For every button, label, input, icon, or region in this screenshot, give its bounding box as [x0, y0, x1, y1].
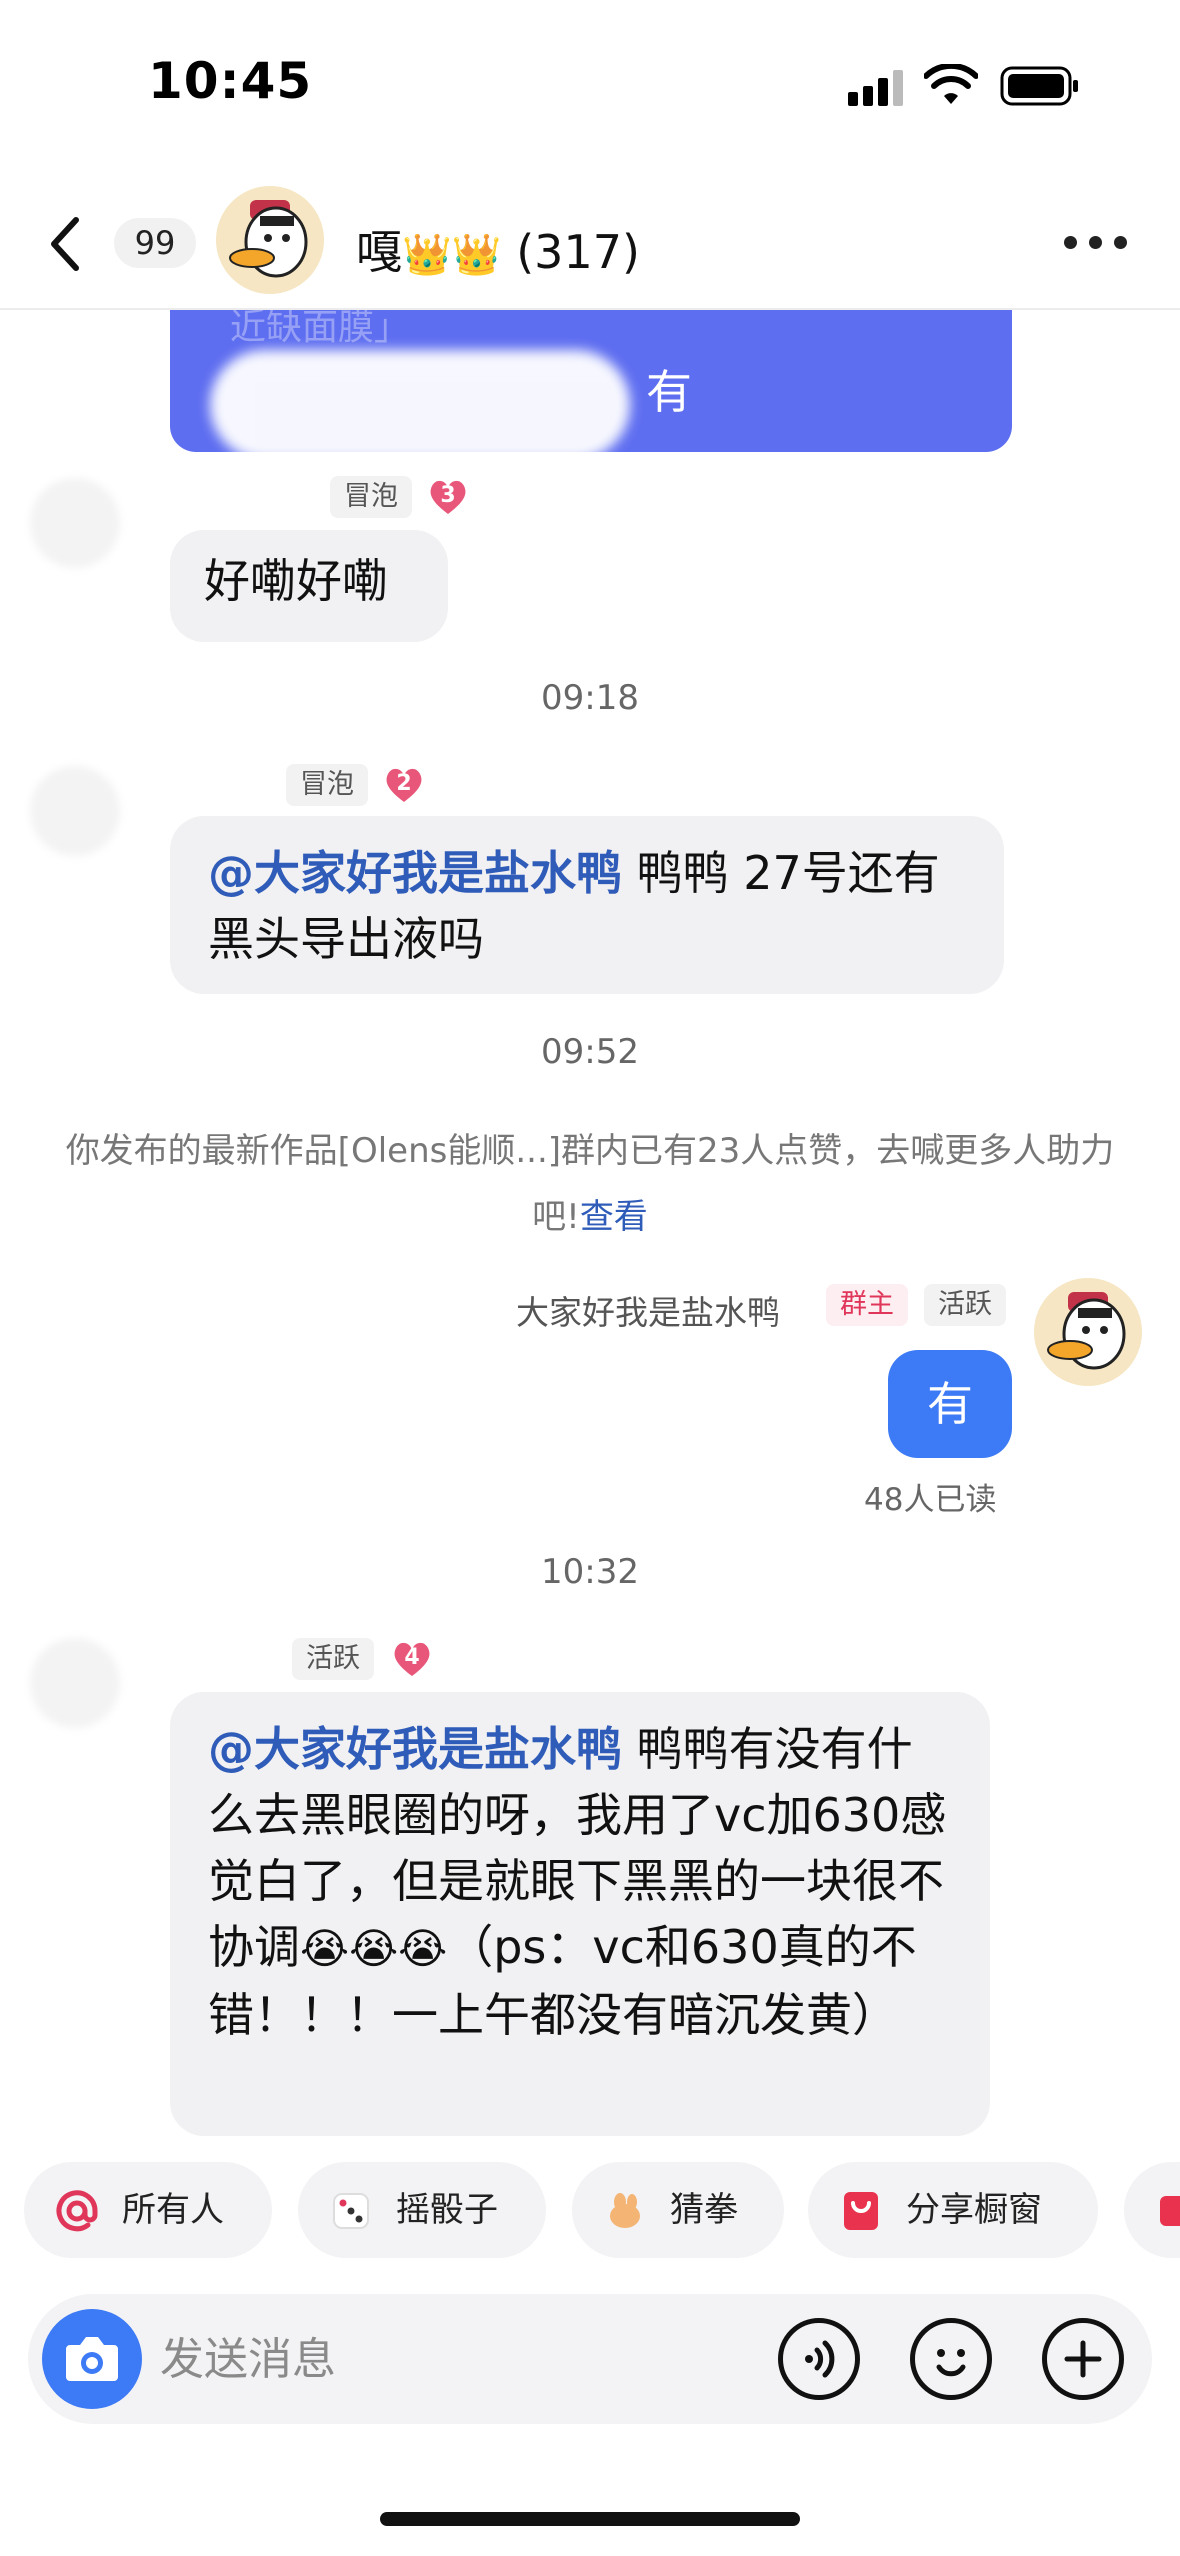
timestamp: 09:18 [541, 678, 639, 718]
message-input[interactable] [160, 2314, 660, 2404]
message-bubble[interactable]: @大家好我是盐水鸭 鸭鸭有没有什么去黑眼圈的呀，我用了vc加630感觉白了，但是… [170, 1692, 990, 2136]
timestamp: 09:52 [541, 1032, 639, 1072]
sender-name: 大家好我是盐水鸭 [516, 1293, 780, 1332]
quick-action-label: 摇骰子 [396, 2190, 498, 2230]
crown-emojis: 👑👑 [402, 232, 502, 278]
status-bar: 10:45 [0, 0, 1180, 170]
voice-button[interactable] [778, 2318, 860, 2400]
more-options-icon[interactable] [1064, 236, 1128, 252]
dice-icon [333, 2193, 369, 2229]
level-number: 2 [396, 771, 412, 796]
rock-paper-scissors-button[interactable]: 猜拳 [572, 2162, 784, 2258]
add-button[interactable] [1042, 2318, 1124, 2400]
status-time: 10:45 [148, 52, 313, 110]
member-tag: 冒泡 [286, 764, 368, 806]
my-avatar[interactable] [1034, 1278, 1142, 1386]
avatar[interactable] [30, 478, 120, 568]
emoji-button[interactable] [910, 2318, 992, 2400]
card-faded-text: 近缺面膜」 [230, 310, 411, 348]
mention-link[interactable]: @大家好我是盐水鸭 [208, 1722, 622, 1776]
active-tag: 活跃 [924, 1284, 1006, 1326]
blurred-region [210, 350, 630, 452]
crying-emojis: 😭😭😭 [300, 1924, 448, 1973]
unread-count-badge[interactable]: 99 [114, 218, 196, 268]
mention-all-button[interactable]: 所有人 [24, 2162, 272, 2258]
member-tag: 冒泡 [330, 476, 412, 518]
message-input-bar [28, 2294, 1152, 2424]
showcase-icon [844, 2192, 878, 2230]
level-number: 4 [404, 1645, 420, 1670]
message-bubble[interactable]: 好嘞好嘞 [170, 530, 448, 642]
message-bubble[interactable]: @大家好我是盐水鸭 鸭鸭 27号还有黑头导出液吗 [170, 816, 1004, 994]
read-status[interactable]: 48人已读 [864, 1474, 996, 1519]
quick-action-label: 分享橱窗 [906, 2190, 1042, 2230]
group-avatar[interactable] [216, 186, 324, 294]
my-message-bubble[interactable]: 有 [888, 1350, 1012, 1458]
message-text: 好嘞好嘞 [204, 554, 388, 608]
camera-icon [66, 2337, 118, 2381]
group-name: 嘎 [356, 225, 402, 279]
chat-messages[interactable]: 近缺面膜」 有 冒泡 3 好嘞好嘞 09:18 冒泡 2 @大家好我是盐水鸭 鸭… [0, 310, 1180, 2160]
duck-avatar-icon [1034, 1278, 1142, 1386]
quick-action-label: 所有人 [122, 2190, 224, 2230]
level-badge: 2 [384, 766, 424, 804]
wifi-icon [924, 64, 978, 104]
voice-icon [805, 2340, 835, 2378]
system-notice: 你发布的最新作品[Olens能顺...]群内已有23人点赞，去喊更多人助力吧!查… [60, 1118, 1120, 1250]
signal-icon [848, 70, 906, 106]
member-tag: 活跃 [292, 1638, 374, 1680]
plus-icon [1064, 2340, 1102, 2378]
duck-avatar-icon [216, 186, 324, 294]
avatar[interactable] [30, 766, 120, 856]
shared-card[interactable]: 近缺面膜」 有 [170, 310, 1012, 452]
view-link[interactable]: 查看 [580, 1197, 648, 1237]
owner-tag: 群主 [826, 1284, 908, 1326]
battery-icon [1000, 66, 1078, 106]
member-count: (317) [516, 225, 640, 279]
share-showcase-button[interactable]: 分享橱窗 [808, 2162, 1098, 2258]
rock-paper-scissors-icon [610, 2193, 640, 2228]
camera-button[interactable] [42, 2309, 142, 2409]
chat-header: 99 嘎👑👑 (317) [0, 180, 1180, 310]
timestamp: 10:32 [541, 1552, 639, 1592]
smiley-icon [936, 2349, 966, 2377]
card-text: 有 [646, 365, 692, 419]
my-message-text: 有 [927, 1377, 973, 1431]
quick-action-label: 猜拳 [670, 2190, 738, 2230]
avatar[interactable] [30, 1638, 120, 1728]
level-badge: 4 [392, 1640, 432, 1678]
level-badge: 3 [428, 478, 468, 516]
roll-dice-button[interactable]: 摇骰子 [298, 2162, 546, 2258]
showcase-icon [1160, 2196, 1180, 2226]
back-icon[interactable] [46, 214, 86, 274]
quick-actions-bar: 所有人 摇骰子 猜拳 分享橱窗 [0, 2162, 1180, 2262]
home-indicator[interactable] [380, 2512, 800, 2526]
level-number: 3 [440, 483, 456, 508]
group-title[interactable]: 嘎👑👑 (317) [356, 216, 640, 282]
more-quick-action-button[interactable] [1124, 2162, 1180, 2258]
at-icon [56, 2190, 98, 2232]
mention-link[interactable]: @大家好我是盐水鸭 [208, 846, 622, 900]
